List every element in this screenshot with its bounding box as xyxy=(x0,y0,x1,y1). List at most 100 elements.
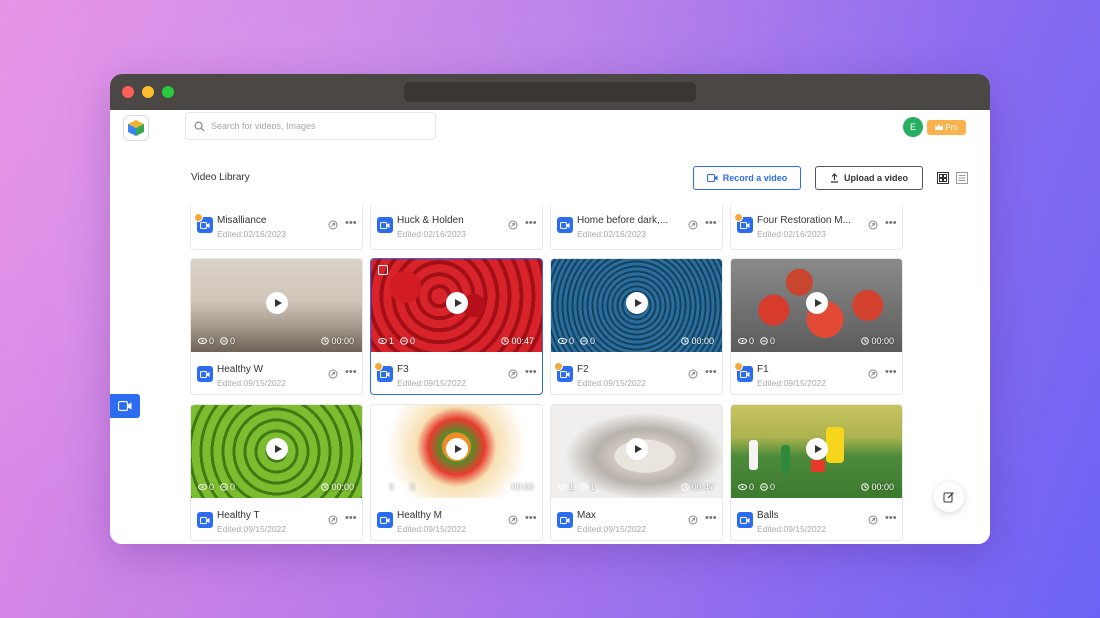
video-card[interactable]: Misalliance Edited:02/16/2023 ••• xyxy=(190,206,363,250)
video-card[interactable]: 0 0 00:00 Healthy T Edited:09/15/2022 ••… xyxy=(190,404,363,541)
share-icon[interactable] xyxy=(688,369,698,379)
video-icon xyxy=(374,362,393,382)
video-card[interactable]: 0 0 00:00 Healthy M Edited:09/15/2022 ••… xyxy=(370,404,543,541)
video-stats: 0 0 xyxy=(378,482,415,492)
video-title[interactable]: Misalliance xyxy=(217,215,322,226)
eye-icon xyxy=(558,484,567,490)
record-video-button[interactable]: Record a video xyxy=(693,166,801,190)
video-title[interactable]: Healthy M xyxy=(397,510,502,521)
video-title[interactable]: Four Restoration M... xyxy=(757,215,862,226)
more-icon[interactable]: ••• xyxy=(525,217,537,229)
more-icon[interactable]: ••• xyxy=(885,512,897,524)
video-card[interactable]: 0 0 00:00 Healthy W Edited:09/15/2022 ••… xyxy=(190,258,363,395)
video-title[interactable]: Huck & Holden xyxy=(397,215,502,226)
video-card[interactable]: Four Restoration M... Edited:02/16/2023 … xyxy=(730,206,903,250)
play-icon[interactable] xyxy=(806,292,828,314)
video-thumbnail[interactable]: 0 0 00:00 xyxy=(371,405,542,498)
more-icon[interactable]: ••• xyxy=(705,217,717,229)
close-window-button[interactable] xyxy=(122,86,134,98)
crown-icon xyxy=(935,124,944,130)
more-icon[interactable]: ••• xyxy=(885,217,897,229)
play-icon[interactable] xyxy=(266,438,288,460)
share-icon[interactable] xyxy=(868,220,878,230)
share-icon[interactable] xyxy=(688,515,698,525)
video-title[interactable]: F2 xyxy=(577,364,682,375)
play-icon[interactable] xyxy=(806,438,828,460)
search-input[interactable] xyxy=(211,121,411,131)
share-icon[interactable] xyxy=(868,515,878,525)
video-thumbnail[interactable]: 1 0 00:47 xyxy=(371,259,542,352)
video-title[interactable]: Balls xyxy=(757,510,862,521)
user-avatar[interactable]: E xyxy=(903,117,923,137)
select-checkbox[interactable] xyxy=(378,265,388,275)
share-icon[interactable] xyxy=(328,369,338,379)
sidebar-record-button[interactable] xyxy=(110,394,140,418)
video-thumbnail[interactable]: 0 0 00:00 xyxy=(551,259,722,352)
pro-badge[interactable]: Pro xyxy=(927,120,966,135)
video-thumbnail[interactable]: 0 0 00:00 xyxy=(731,405,902,498)
more-icon[interactable]: ••• xyxy=(885,366,897,378)
video-title[interactable]: Home before dark,... xyxy=(577,215,682,226)
play-icon[interactable] xyxy=(266,292,288,314)
share-icon[interactable] xyxy=(508,515,518,525)
play-icon[interactable] xyxy=(446,438,468,460)
video-thumbnail[interactable]: 0 0 00:00 xyxy=(191,259,362,352)
video-title[interactable]: Healthy W xyxy=(217,364,322,375)
card-meta: Healthy M Edited:09/15/2022 ••• xyxy=(371,498,542,540)
video-duration: 00:00 xyxy=(681,336,714,346)
more-icon[interactable]: ••• xyxy=(705,366,717,378)
duration-text: 00:00 xyxy=(511,482,534,492)
minimize-window-button[interactable] xyxy=(142,86,154,98)
eye-icon xyxy=(378,484,387,490)
grid-view-icon[interactable] xyxy=(937,172,949,184)
video-stats: 0 0 xyxy=(738,482,775,492)
share-icon[interactable] xyxy=(508,369,518,379)
search-icon xyxy=(194,121,205,132)
video-thumbnail[interactable]: 1 1 00:47 xyxy=(551,405,722,498)
video-card[interactable]: 0 0 00:00 F2 Edited:09/15/2022 ••• xyxy=(550,258,723,395)
page-title: Video Library xyxy=(191,172,250,183)
play-icon[interactable] xyxy=(626,438,648,460)
play-icon[interactable] xyxy=(626,292,648,314)
share-icon[interactable] xyxy=(508,220,518,230)
video-card[interactable]: Huck & Holden Edited:02/16/2023 ••• xyxy=(370,206,543,250)
eye-icon xyxy=(558,338,567,344)
video-card[interactable]: 1 1 00:47 Max Edited:09/15/2022 ••• xyxy=(550,404,723,541)
address-bar[interactable] xyxy=(404,82,696,102)
video-thumbnail[interactable]: 0 0 00:00 xyxy=(731,259,902,352)
search-box[interactable] xyxy=(185,112,436,140)
video-duration: 00:00 xyxy=(321,336,354,346)
more-icon[interactable]: ••• xyxy=(705,512,717,524)
video-stats: 0 0 xyxy=(738,336,775,346)
share-icon[interactable] xyxy=(868,369,878,379)
video-card[interactable]: 0 0 00:00 Balls Edited:09/15/2022 ••• xyxy=(730,404,903,541)
maximize-window-button[interactable] xyxy=(162,86,174,98)
window-titlebar xyxy=(110,74,990,110)
thumbnail-figure xyxy=(781,445,790,473)
share-icon[interactable] xyxy=(328,515,338,525)
video-title[interactable]: Healthy T xyxy=(217,510,322,521)
more-icon[interactable]: ••• xyxy=(345,366,357,378)
video-card[interactable]: Home before dark,... Edited:02/16/2023 •… xyxy=(550,206,723,250)
list-view-icon[interactable] xyxy=(956,172,968,184)
view-count: 1 xyxy=(389,336,395,346)
upload-video-button[interactable]: Upload a video xyxy=(815,166,923,190)
more-icon[interactable]: ••• xyxy=(525,512,537,524)
video-thumbnail[interactable]: 0 0 00:00 xyxy=(191,405,362,498)
more-icon[interactable]: ••• xyxy=(345,512,357,524)
video-title[interactable]: F3 xyxy=(397,364,502,375)
more-icon[interactable]: ••• xyxy=(345,217,357,229)
video-card[interactable]: 0 0 00:00 F1 Edited:09/15/2022 ••• xyxy=(730,258,903,395)
video-title[interactable]: F1 xyxy=(757,364,862,375)
app-logo[interactable] xyxy=(123,115,149,141)
play-icon[interactable] xyxy=(446,292,468,314)
comment-count: 0 xyxy=(770,482,776,492)
thumbnail-figure xyxy=(749,440,758,470)
video-card-selected[interactable]: 1 0 00:47 F3 Edited:09/15/2022 ••• xyxy=(370,258,543,395)
share-icon[interactable] xyxy=(328,220,338,230)
video-title[interactable]: Max xyxy=(577,510,682,521)
more-icon[interactable]: ••• xyxy=(525,366,537,378)
edit-floating-button[interactable] xyxy=(934,482,964,512)
share-icon[interactable] xyxy=(688,220,698,230)
duration-text: 00:47 xyxy=(691,482,714,492)
